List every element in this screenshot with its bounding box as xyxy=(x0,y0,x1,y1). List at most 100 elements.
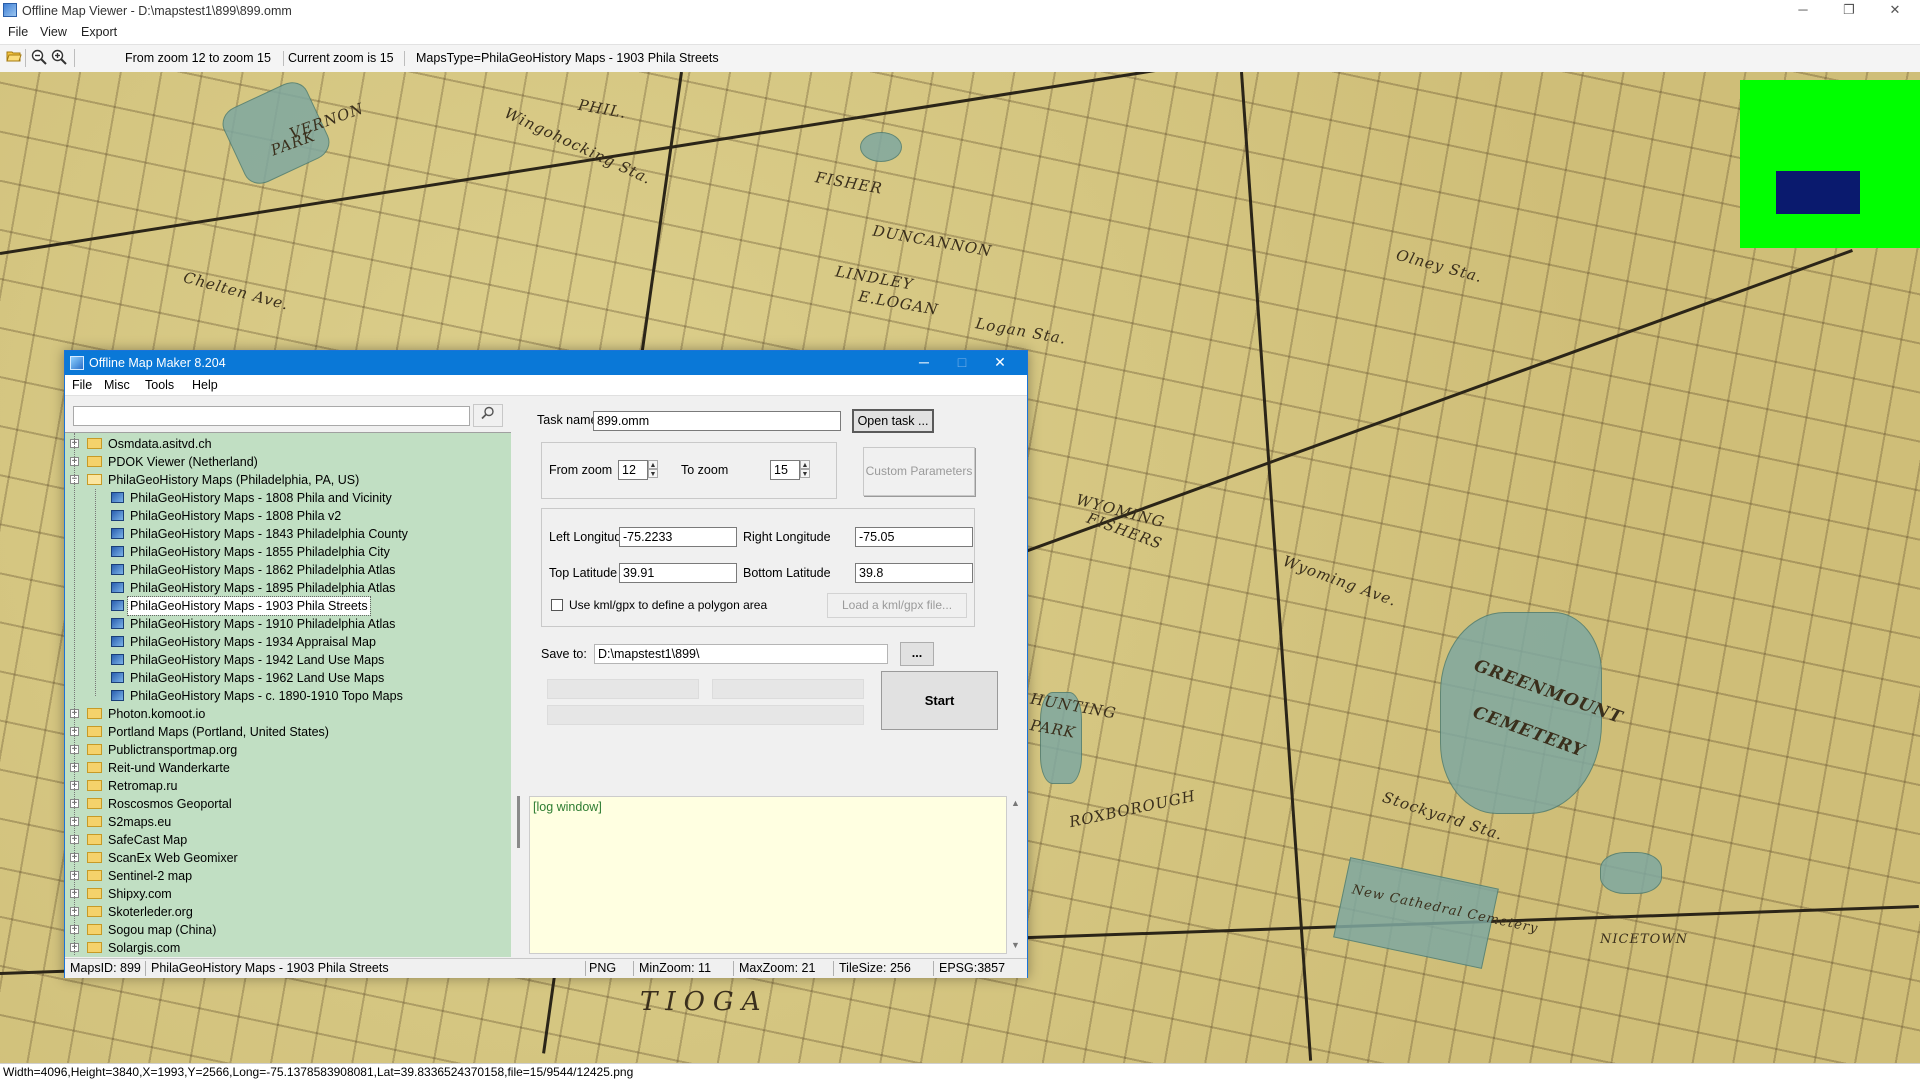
dialog-menu-help[interactable]: Help xyxy=(192,378,218,392)
tree-item-folder[interactable]: − PhilaGeoHistory Maps (Philadelphia, PA,… xyxy=(65,471,505,489)
dialog-menu-file[interactable]: File xyxy=(72,378,92,392)
tree-item-folder[interactable]: + ScanEx Web Geomixer xyxy=(65,849,505,867)
zoom-in-icon[interactable] xyxy=(50,49,68,67)
to-zoom-stepper[interactable]: ▲ ▼ xyxy=(800,460,810,480)
status-separator xyxy=(933,961,934,976)
tree-item-map[interactable]: PhilaGeoHistory Maps - c. 1890-1910 Topo… xyxy=(65,687,505,705)
map-icon xyxy=(111,510,124,521)
tree-item-map[interactable]: PhilaGeoHistory Maps - 1910 Philadelphia… xyxy=(65,615,505,633)
close-button[interactable]: ✕ xyxy=(1872,0,1918,22)
map-label: FISHER xyxy=(813,168,884,198)
to-zoom-input[interactable]: 15 xyxy=(770,460,800,480)
log-window[interactable]: [log window] xyxy=(529,796,1007,954)
tree-item-folder[interactable]: + Portland Maps (Portland, United States) xyxy=(65,723,505,741)
task-name-label: Task name xyxy=(537,413,598,427)
map-source-tree[interactable]: + Osmdata.asitvd.ch + PDOK Viewer (Netherla… xyxy=(65,432,511,957)
custom-parameters-button[interactable]: Custom Parameters xyxy=(863,447,975,496)
tree-item-folder[interactable]: + Publictransportmap.org xyxy=(65,741,505,759)
tree-item-folder[interactable]: + Roscosmos Geoportal xyxy=(65,795,505,813)
map-icon xyxy=(111,564,124,575)
from-zoom-input[interactable]: 12 xyxy=(618,460,648,480)
bottom-latitude-input[interactable]: 39.8 xyxy=(855,563,973,583)
dialog-menu-misc[interactable]: Misc xyxy=(104,378,130,392)
tree-item-map[interactable]: PhilaGeoHistory Maps - 1903 Phila Street… xyxy=(65,596,505,616)
tree-item-map[interactable]: PhilaGeoHistory Maps - 1862 Philadelphia… xyxy=(65,561,505,579)
tree-item-label: PhilaGeoHistory Maps - 1910 Philadelphia… xyxy=(130,617,396,631)
scrollbar-thumb[interactable] xyxy=(517,796,520,848)
left-longitude-input[interactable]: -75.2233 xyxy=(619,527,737,547)
dialog-title: Offline Map Maker 8.204 xyxy=(89,356,226,370)
restore-button[interactable]: ❐ xyxy=(1826,0,1872,22)
scroll-up-icon[interactable]: ▲ xyxy=(1011,798,1020,808)
tree-item-folder[interactable]: + Photon.komoot.io xyxy=(65,705,505,723)
search-input[interactable] xyxy=(73,406,470,426)
kml-polygon-checkbox[interactable] xyxy=(551,599,563,611)
tree-item-label: PhilaGeoHistory Maps - 1942 Land Use Map… xyxy=(130,653,385,667)
status-maps-id: MapsID: 899 xyxy=(70,961,141,975)
toolbar-separator xyxy=(25,49,26,67)
tree-item-map[interactable]: PhilaGeoHistory Maps - 1808 Phila and Vi… xyxy=(65,489,505,507)
map-label: DUNCANNON xyxy=(871,221,994,261)
log-scrollbar[interactable]: ▲ ▼ xyxy=(1007,796,1025,954)
tree-item-map[interactable]: PhilaGeoHistory Maps - 1855 Philadelphia… xyxy=(65,543,505,561)
scroll-down-icon[interactable]: ▼ xyxy=(1011,940,1020,950)
tree-item-map[interactable]: PhilaGeoHistory Maps - 1942 Land Use Map… xyxy=(65,651,505,669)
dialog-menubar: File Misc Tools Help xyxy=(65,375,1027,396)
tree-item-folder[interactable]: + Solargis.com xyxy=(65,939,505,957)
save-to-input[interactable]: D:\mapstest1\899\ xyxy=(594,644,888,664)
tree-item-label: SafeCast Map xyxy=(108,833,188,847)
progress-bar xyxy=(712,679,864,699)
tree-item-map[interactable]: PhilaGeoHistory Maps - 1962 Land Use Map… xyxy=(65,669,505,687)
overview-minimap[interactable] xyxy=(1740,80,1920,248)
tree-item-folder[interactable]: + S2maps.eu xyxy=(65,813,505,831)
tree-item-map[interactable]: PhilaGeoHistory Maps - 1808 Phila v2 xyxy=(65,507,505,525)
minimize-button[interactable]: ─ xyxy=(1780,0,1826,22)
right-longitude-input[interactable]: -75.05 xyxy=(855,527,973,547)
tree-item-label: Sentinel-2 map xyxy=(108,869,193,883)
map-icon xyxy=(111,600,124,611)
tree-item-map[interactable]: PhilaGeoHistory Maps - 1934 Appraisal Ma… xyxy=(65,633,505,651)
browse-folder-button[interactable]: ... xyxy=(900,642,934,666)
menu-export[interactable]: Export xyxy=(81,25,117,39)
tree-item-folder[interactable]: + SafeCast Map xyxy=(65,831,505,849)
zoom-out-icon[interactable] xyxy=(30,49,48,67)
menu-view[interactable]: View xyxy=(40,25,67,39)
tree-item-folder[interactable]: + Sogou map (China) xyxy=(65,921,505,939)
top-latitude-input[interactable]: 39.91 xyxy=(619,563,737,583)
folder-open-icon[interactable] xyxy=(5,49,23,67)
tree-item-label: ScanEx Web Geomixer xyxy=(108,851,238,865)
open-task-button[interactable]: Open task ... xyxy=(852,409,934,433)
tree-scrollbar[interactable] xyxy=(511,396,529,956)
load-kml-button[interactable]: Load a kml/gpx file... xyxy=(827,593,967,618)
map-label: E.LOGAN xyxy=(857,287,940,319)
tree-item-folder[interactable]: + Reit-und Wanderkarte xyxy=(65,759,505,777)
tree-item-label: PhilaGeoHistory Maps - 1962 Land Use Map… xyxy=(130,671,385,685)
tree-item-map[interactable]: PhilaGeoHistory Maps - 1843 Philadelphia… xyxy=(65,525,505,543)
tree-item-label: PhilaGeoHistory Maps - 1843 Philadelphia… xyxy=(130,527,408,541)
tree-item-map[interactable]: PhilaGeoHistory Maps - 1895 Philadelphia… xyxy=(65,579,505,597)
tree-item-folder[interactable]: + PDOK Viewer (Netherland) xyxy=(65,453,505,471)
task-name-input[interactable]: 899.omm xyxy=(593,411,841,431)
search-button[interactable] xyxy=(473,404,503,427)
status-separator xyxy=(733,961,734,976)
from-zoom-stepper[interactable]: ▲ ▼ xyxy=(648,460,658,480)
map-label: Olney Sta. xyxy=(1394,245,1485,287)
dialog-menu-tools[interactable]: Tools xyxy=(145,378,174,392)
tree-item-label: Sogou map (China) xyxy=(108,923,217,937)
menu-file[interactable]: File xyxy=(8,25,28,39)
dialog-close-button[interactable]: ✕ xyxy=(981,351,1019,375)
tree-item-folder[interactable]: + Skoterleder.org xyxy=(65,903,505,921)
tree-item-folder[interactable]: + Retromap.ru xyxy=(65,777,505,795)
tree-item-folder[interactable]: + Shipxy.com xyxy=(65,885,505,903)
map-label: ROXBOROUGH xyxy=(1067,786,1198,832)
status-maps-name: PhilaGeoHistory Maps - 1903 Phila Street… xyxy=(151,961,389,975)
start-button[interactable]: Start xyxy=(881,671,998,730)
dialog-minimize-button[interactable]: ─ xyxy=(905,351,943,375)
tree-item-folder[interactable]: + Osmdata.asitvd.ch xyxy=(65,435,505,453)
tree-item-label: Skoterleder.org xyxy=(108,905,193,919)
dialog-maximize-button[interactable]: □ xyxy=(943,351,981,375)
folder-icon xyxy=(87,888,102,899)
window-title: Offline Map Viewer - D:\mapstest1\899\89… xyxy=(22,4,292,18)
overview-viewport[interactable] xyxy=(1776,171,1860,214)
tree-item-folder[interactable]: + Sentinel-2 map xyxy=(65,867,505,885)
